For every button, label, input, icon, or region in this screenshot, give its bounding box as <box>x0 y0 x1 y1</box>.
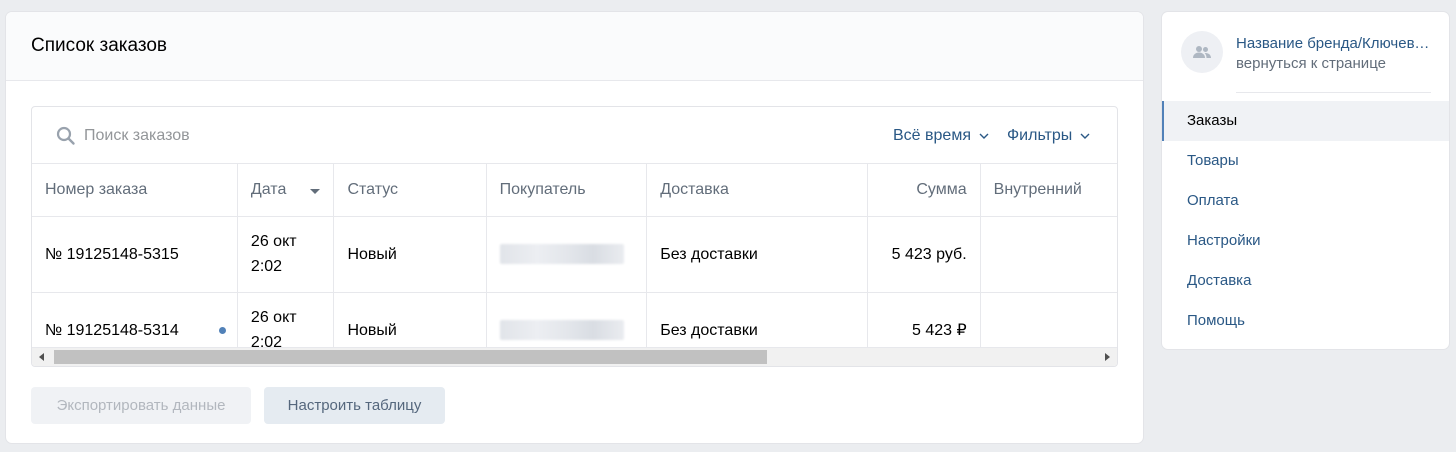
column-header-sum[interactable]: Сумма <box>867 164 981 217</box>
scrollbar-thumb[interactable] <box>54 350 767 364</box>
orders-toolbar: Всё время Фильтры <box>32 107 1117 164</box>
sidebar-item-help[interactable]: Помощь <box>1162 301 1449 341</box>
sidebar-item-payment[interactable]: Оплата <box>1162 181 1449 221</box>
date-time: 2:02 <box>250 334 283 347</box>
delivery-cell: Без доставки <box>646 292 869 347</box>
orders-table-container: Всё время Фильтры Номер <box>31 106 1118 367</box>
internal-cell <box>980 292 1117 347</box>
delivery-cell: Без доставки <box>646 216 869 293</box>
configure-table-button[interactable]: Настроить таблицу <box>264 387 445 424</box>
date-day: 26 окт <box>250 309 297 326</box>
table-row[interactable]: № 19125148-5314 26 окт 2:02 Новый Без до… <box>32 292 1117 347</box>
date-cell: 26 окт 2:02 <box>237 292 335 347</box>
users-icon <box>1193 46 1211 58</box>
column-header-status[interactable]: Статус <box>333 164 487 217</box>
date-day: 26 окт <box>250 233 297 250</box>
column-header-delivery[interactable]: Доставка <box>646 164 869 217</box>
scroll-left-icon[interactable] <box>39 353 44 361</box>
divider <box>1236 92 1431 93</box>
table-scroll-area[interactable]: Номер заказа Дата Статус Покупатель Дост… <box>32 164 1117 347</box>
buyer-name-redacted <box>499 320 624 341</box>
chevron-down-icon <box>979 133 989 139</box>
buyer-name-redacted <box>499 244 624 265</box>
order-number-label: № 19125148-5314 <box>45 321 179 339</box>
column-header-date-label: Дата <box>250 180 287 198</box>
period-dropdown-label: Всё время <box>893 127 971 144</box>
brand-name-link[interactable]: Название бренда/Ключевое слово <box>1236 35 1436 52</box>
filters-dropdown[interactable]: Фильтры <box>1007 127 1090 145</box>
sidebar-item-settings[interactable]: Настройки <box>1162 221 1449 261</box>
community-header[interactable]: Название бренда/Ключевое слово вернуться… <box>1162 12 1449 93</box>
orders-header: Список заказов <box>6 12 1143 81</box>
sidebar-item-products[interactable]: Товары <box>1162 141 1449 181</box>
page-title: Список заказов <box>31 35 168 56</box>
buyer-cell <box>486 292 648 347</box>
avatar[interactable] <box>1181 31 1223 73</box>
column-header-buyer[interactable]: Покупатель <box>486 164 648 217</box>
sidebar: Название бренда/Ключевое слово вернуться… <box>1162 12 1449 349</box>
period-dropdown[interactable]: Всё время <box>893 127 989 145</box>
table-row[interactable]: № 19125148-5315 26 окт 2:02 Новый Без до… <box>32 216 1117 293</box>
sort-desc-icon <box>310 188 321 194</box>
export-data-button[interactable]: Экспортировать данные <box>31 387 251 424</box>
sidebar-item-delivery[interactable]: Доставка <box>1162 261 1449 301</box>
chevron-down-icon <box>1080 133 1090 139</box>
column-header-date[interactable]: Дата <box>237 164 335 217</box>
column-header-order-number[interactable]: Номер заказа <box>32 164 238 217</box>
internal-cell <box>980 216 1117 293</box>
back-to-page-link[interactable]: вернуться к странице <box>1236 55 1386 72</box>
scroll-right-icon[interactable] <box>1105 353 1110 361</box>
order-number-cell[interactable]: № 19125148-5315 <box>32 216 238 293</box>
order-number-cell[interactable]: № 19125148-5314 <box>32 292 238 347</box>
horizontal-scrollbar[interactable] <box>32 347 1117 366</box>
sum-cell: 5 423 ₽ <box>867 292 981 347</box>
date-cell: 26 окт 2:02 <box>237 216 335 293</box>
date-time: 2:02 <box>250 258 283 275</box>
status-cell: Новый <box>333 216 487 293</box>
search-input[interactable] <box>84 124 484 148</box>
sum-cell: 5 423 руб. <box>867 216 981 293</box>
orders-panel: Список заказов Всё время Фильтры <box>6 12 1143 443</box>
sidebar-menu: Заказы Товары Оплата Настройки Доставка … <box>1162 101 1449 341</box>
orders-table: Номер заказа Дата Статус Покупатель Дост… <box>32 164 1117 347</box>
filters-dropdown-label: Фильтры <box>1007 127 1073 144</box>
unread-indicator-icon <box>218 326 226 334</box>
table-header-row: Номер заказа Дата Статус Покупатель Дост… <box>32 164 1117 217</box>
column-header-internal[interactable]: Внутренний <box>980 164 1117 217</box>
sidebar-item-orders[interactable]: Заказы <box>1162 101 1449 141</box>
status-cell: Новый <box>333 292 487 347</box>
buyer-cell <box>486 216 648 293</box>
search-icon <box>56 126 75 145</box>
